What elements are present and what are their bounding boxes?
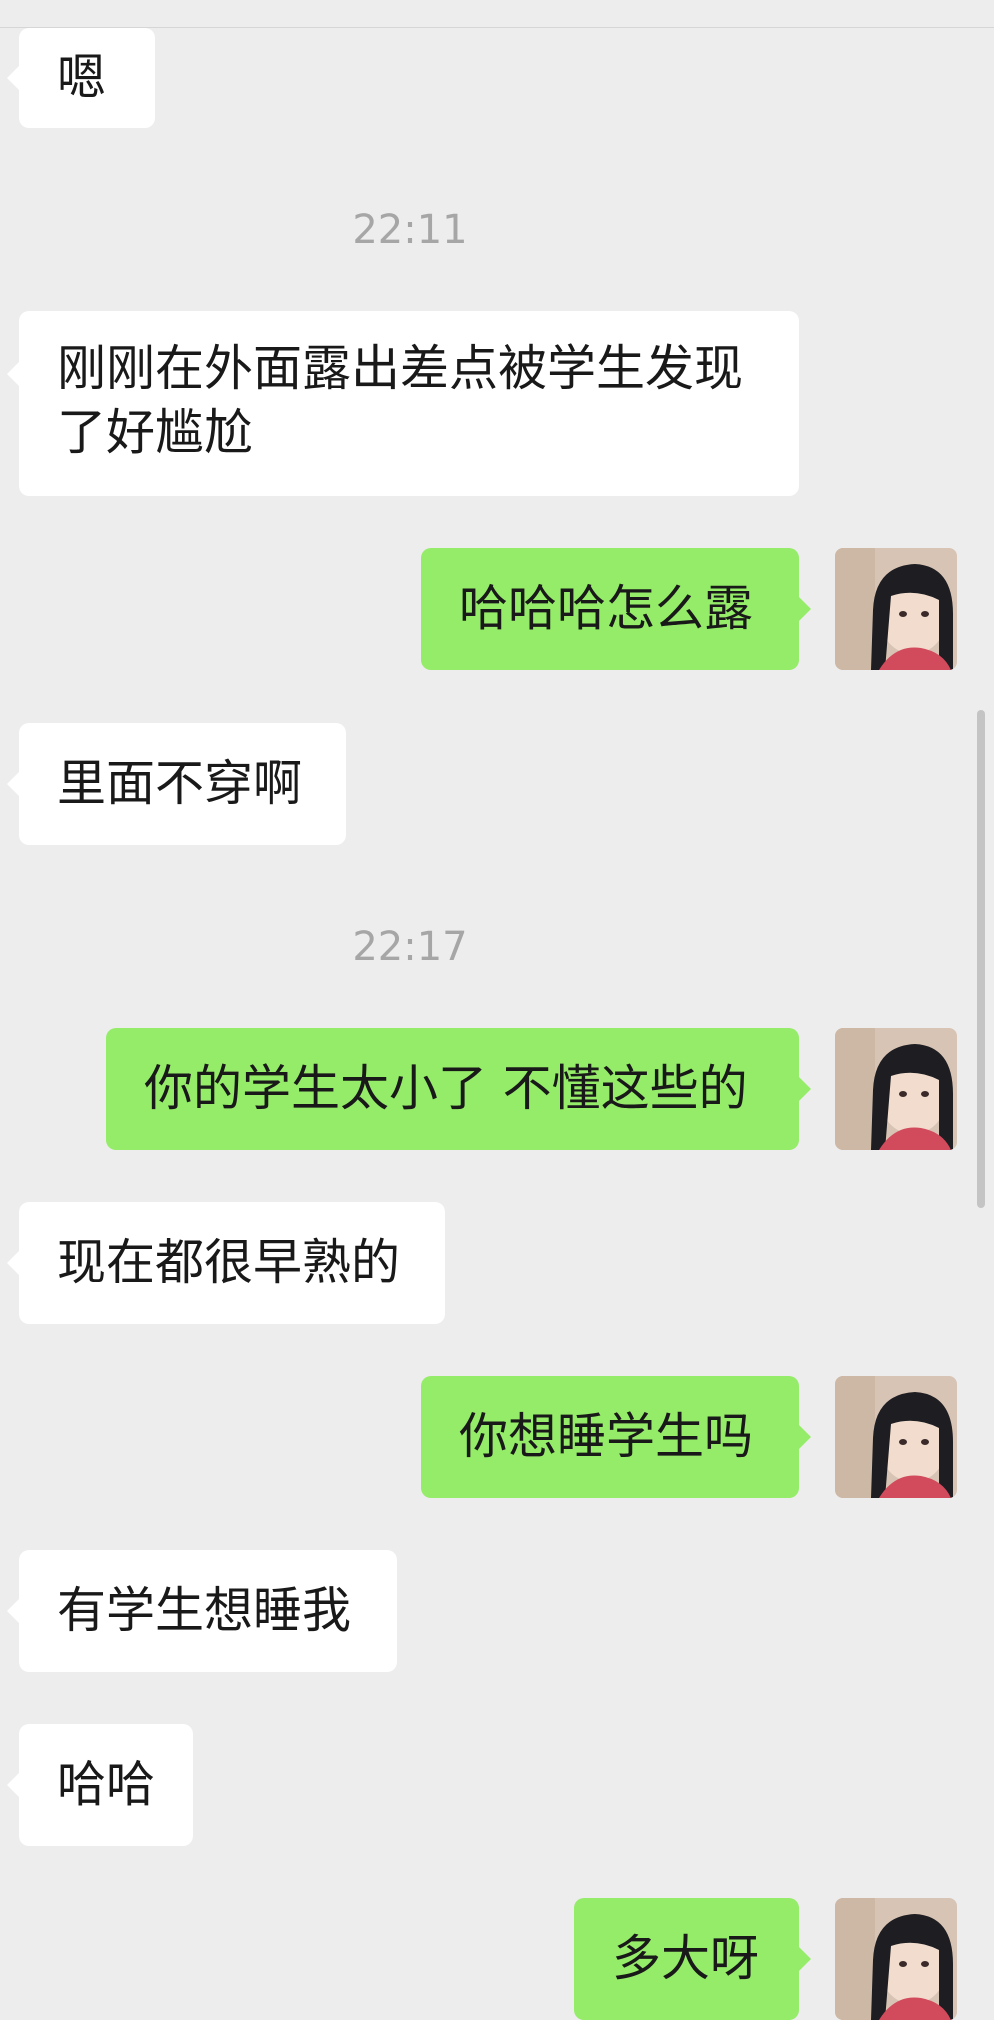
message-text-line: 刚刚在外面露出差点被学生发现 (57, 340, 744, 397)
user-avatar-icon[interactable] (835, 1028, 957, 1150)
message-bubble-incoming[interactable]: 哈哈 (7, 1724, 193, 1846)
message-text: 里面不穿啊 (57, 755, 303, 812)
message-text: 哈哈哈怎么露 (459, 580, 754, 637)
user-avatar-icon[interactable] (835, 548, 957, 670)
message-text: 现在都很早熟的 (57, 1234, 401, 1291)
message-bubble-incoming[interactable]: 有学生想睡我 (7, 1550, 397, 1672)
message-text-line: 了好尴尬 (57, 404, 254, 461)
message-bubble-outgoing[interactable]: 你想睡学生吗 (421, 1376, 811, 1498)
scrollbar-thumb[interactable] (977, 710, 985, 1208)
message-text: 你想睡学生吗 (459, 1408, 754, 1465)
message-bubble-incoming[interactable]: 刚刚在外面露出差点被学生发现 了好尴尬 (7, 311, 799, 496)
message-bubble-incoming[interactable]: 嗯 (7, 28, 155, 128)
top-divider (0, 27, 994, 28)
message-bubble-incoming[interactable]: 现在都很早熟的 (7, 1202, 445, 1324)
message-text: 嗯 (57, 49, 107, 106)
user-avatar-icon[interactable] (835, 1898, 957, 2020)
message-text: 哈哈 (57, 1756, 156, 1813)
timestamp: 22:11 (352, 207, 468, 253)
message-text: 多大呀 (612, 1930, 760, 1987)
message-text: 你的学生太小了 不懂这些的 (144, 1060, 748, 1117)
message-bubble-incoming[interactable]: 里面不穿啊 (7, 723, 346, 845)
user-avatar-icon[interactable] (835, 1376, 957, 1498)
message-bubble-outgoing[interactable]: 你的学生太小了 不懂这些的 (106, 1028, 811, 1150)
message-bubble-outgoing[interactable]: 多大呀 (574, 1898, 811, 2020)
timestamp: 22:17 (352, 924, 468, 970)
message-bubble-outgoing[interactable]: 哈哈哈怎么露 (421, 548, 811, 670)
message-text: 有学生想睡我 (57, 1582, 352, 1639)
